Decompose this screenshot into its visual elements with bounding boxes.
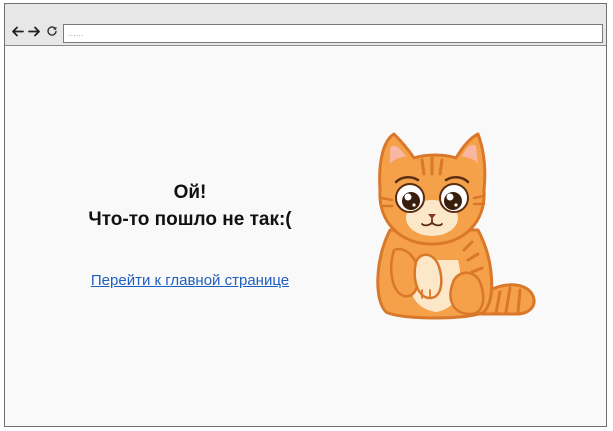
browser-window: Ой! Что-то пошло не так:( Перейти к глав… xyxy=(4,3,607,427)
page-content: Ой! Что-то пошло не так:( Перейти к глав… xyxy=(5,46,606,426)
browser-toolbar xyxy=(5,4,606,46)
sad-cat-icon xyxy=(376,132,536,320)
address-bar-input[interactable] xyxy=(63,24,603,43)
back-button[interactable] xyxy=(10,24,24,38)
reload-button[interactable] xyxy=(45,24,59,38)
home-page-link[interactable]: Перейти к главной странице xyxy=(55,272,325,289)
forward-button[interactable] xyxy=(27,24,41,38)
arrow-left-icon xyxy=(11,26,24,36)
error-title: Ой! xyxy=(173,182,207,203)
arrow-right-icon xyxy=(27,26,40,36)
reload-icon xyxy=(47,26,57,36)
error-subtitle: Что-то пошло не так:( xyxy=(88,209,292,230)
